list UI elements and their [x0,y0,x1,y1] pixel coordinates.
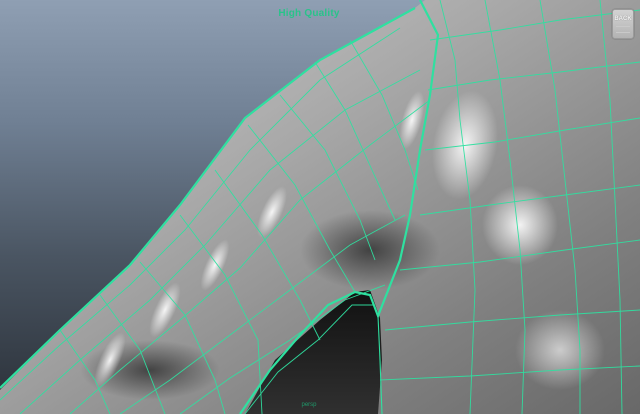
viewcube-label: BACK [614,16,632,22]
shadow-region [300,210,440,290]
maya-viewport[interactable]: High Quality BACK persp [0,0,640,414]
viewport-scene[interactable] [0,0,640,414]
camera-name-label: persp [301,402,317,408]
viewcube-icon [616,26,630,33]
hud-render-quality: High Quality [278,8,340,19]
viewcube-button[interactable]: BACK [612,9,634,39]
